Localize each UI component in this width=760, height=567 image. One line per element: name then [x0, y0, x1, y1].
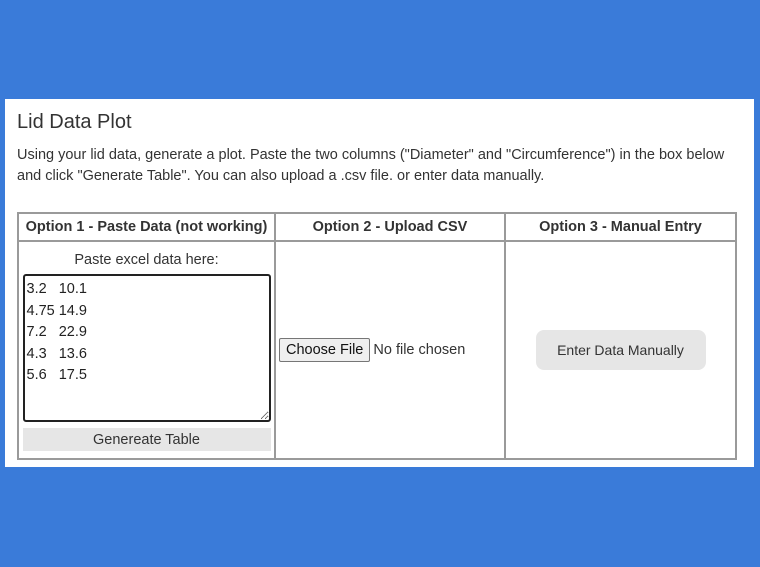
option2-header: Option 2 - Upload CSV [274, 212, 506, 242]
paste-data-textarea[interactable]: 3.2 10.1 4.75 14.9 7.2 22.9 4.3 13.6 5.6… [22, 274, 271, 422]
option1-header: Option 1 - Paste Data (not working) [17, 212, 276, 242]
options-body-row: Paste excel data here: 3.2 10.1 4.75 14.… [17, 240, 737, 460]
page-description: Using your lid data, generate a plot. Pa… [17, 147, 725, 184]
manual-entry-cell: Enter Data Manually [504, 240, 737, 460]
paste-data-cell: Paste excel data here: 3.2 10.1 4.75 14.… [17, 240, 276, 460]
page-title: Lid Data Plot [17, 111, 132, 133]
option3-header: Option 3 - Manual Entry [504, 212, 737, 242]
paste-label: Paste excel data here: [74, 252, 219, 268]
enter-data-manually-button[interactable]: Enter Data Manually [535, 330, 706, 370]
lid-plot-card: Lid Data Plot Using your lid data, gener… [5, 99, 754, 467]
upload-csv-cell: Choose File No file chosen [274, 240, 506, 460]
choose-file-button[interactable]: Choose File [279, 338, 371, 362]
generate-table-button[interactable]: Genereate Table [22, 428, 271, 451]
file-status-text: No file chosen [373, 342, 466, 358]
options-table: Option 1 - Paste Data (not working) Opti… [17, 212, 737, 460]
options-header-row: Option 1 - Paste Data (not working) Opti… [17, 212, 737, 242]
